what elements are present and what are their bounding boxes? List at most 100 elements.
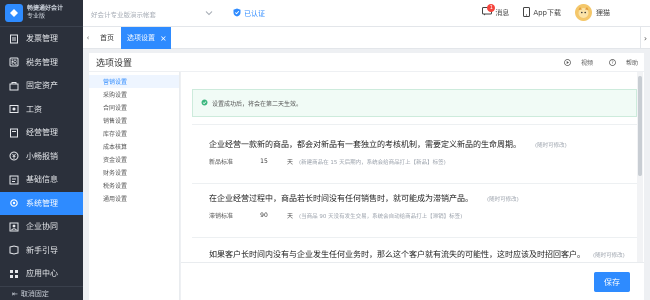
divider <box>192 124 637 125</box>
hint-text: (当商品 90 天没有发生交易，系统会自动给商品打上【滞销】标签) <box>299 213 463 220</box>
unit-label: 天 <box>287 159 294 166</box>
sidebar-item-invoice[interactable]: 发票管理 <box>0 27 83 51</box>
setting-title: 如果客户长时间内没有与企业发生任何业务时，那么这个客户就有流失的可能性，这时应该… <box>209 250 585 259</box>
sidebar-item-salary[interactable]: 工资 <box>0 98 83 122</box>
setting-tag: (随时可修改) <box>593 253 625 259</box>
setting-customer-churn: 如果客户长时间内没有与企业发生任何业务时，那么这个客户就有流失的可能性，这时应该… <box>209 249 644 260</box>
collab-icon <box>8 221 19 232</box>
app-download-label: App下载 <box>533 8 561 17</box>
field-label: 滞销标准 <box>209 213 234 220</box>
sidebar-item-asset[interactable]: 固定资产 <box>0 74 83 98</box>
sidebar-item-label: 经营管理 <box>26 128 58 138</box>
sidebar-item-info[interactable]: 基础信息 <box>0 168 83 192</box>
reimburse-icon <box>8 151 19 162</box>
sidebar-item-reimburse[interactable]: 小畅报销 <box>0 145 83 169</box>
chevron-left-icon[interactable]: ‹ <box>83 27 93 49</box>
help-button[interactable]: ? 帮助 <box>601 58 638 67</box>
certified-label: 已认证 <box>244 9 265 18</box>
slow-moving-days-input[interactable]: 90 <box>249 210 279 221</box>
chevron-right-icon[interactable]: › <box>640 27 650 49</box>
setting-tag: (随时可修改) <box>487 197 519 203</box>
sidebar-item-apps[interactable]: 应用中心 <box>0 262 83 286</box>
logo-icon <box>5 4 23 22</box>
top-bar: 好会计专业版演示帐套 已认证 1 消息 App下载 狸猫 <box>83 0 650 27</box>
notice-banner: 设置成功后，将会在第二天生效。 <box>192 89 637 117</box>
page-header: 选项设置 视频 ? 帮助 <box>89 53 644 71</box>
guide-icon <box>8 245 19 256</box>
apps-icon <box>8 268 19 279</box>
help-label: 帮助 <box>625 60 638 67</box>
scrollbar-thumb[interactable] <box>638 76 642 176</box>
business-icon <box>8 127 19 138</box>
logo: 畅捷通好会计 专业版 <box>0 0 83 27</box>
settings-menu-finance[interactable]: 财务设置 <box>89 166 179 179</box>
tab-home[interactable]: 首页 <box>93 27 121 49</box>
sidebar-item-business[interactable]: 经营管理 <box>0 121 83 145</box>
sidebar-item-label: 小畅报销 <box>26 151 58 161</box>
settings-menu: 营销设置 采购设置 合同设置 销售设置 库存设置 成本核算 资金设置 财务设置 … <box>89 72 180 300</box>
save-button[interactable]: 保存 <box>594 272 630 292</box>
svg-text:税: 税 <box>10 59 16 67</box>
unpin-label: 取消固定 <box>20 289 49 298</box>
sidebar-item-label: 企业协同 <box>26 222 58 232</box>
sidebar-item-label: 基础信息 <box>26 175 58 185</box>
settings-menu-contract[interactable]: 合同设置 <box>89 101 179 114</box>
tab-options-settings[interactable]: 选项设置 × <box>121 27 171 49</box>
chevron-down-icon <box>205 9 213 19</box>
app-download-button[interactable]: App下载 <box>523 6 561 19</box>
sidebar: 畅捷通好会计 专业版 发票管理 税 税务管理 固定资产 工资 经营管理 小畅报销… <box>0 0 83 300</box>
tabs-bar: ‹ 首页 选项设置 × › <box>83 27 650 49</box>
sidebar-item-label: 新手引导 <box>26 245 58 255</box>
check-circle-icon <box>201 99 208 108</box>
setting-title: 在企业经营过程中，商品若长时间没有任何销售时，就可能成为滞销产品。 <box>209 194 473 203</box>
sidebar-item-label: 发票管理 <box>26 34 58 44</box>
phone-icon <box>523 6 531 19</box>
arrow-left-icon: ⇤ <box>12 289 18 298</box>
info-icon <box>8 174 19 185</box>
setting-tag: (随时可修改) <box>535 143 567 149</box>
account-selector-text: 好会计专业版演示帐套 <box>91 10 156 19</box>
settings-menu-marketing[interactable]: 营销设置 <box>89 75 179 88</box>
page-title: 选项设置 <box>96 59 133 69</box>
close-icon[interactable]: × <box>160 34 167 43</box>
settings-menu-cost[interactable]: 成本核算 <box>89 140 179 153</box>
sidebar-item-system[interactable]: 系统管理 <box>0 191 83 215</box>
sidebar-item-tax[interactable]: 税 税务管理 <box>0 51 83 75</box>
sidebar-item-label: 工资 <box>26 104 42 114</box>
unit-label: 天 <box>287 213 294 220</box>
settings-icon <box>8 198 19 209</box>
settings-menu-tax[interactable]: 税务设置 <box>89 179 179 192</box>
divider <box>192 237 637 238</box>
invoice-icon <box>8 33 19 44</box>
video-label: 视频 <box>580 60 593 67</box>
sidebar-item-collab[interactable]: 企业协同 <box>0 215 83 239</box>
tax-icon: 税 <box>8 57 19 68</box>
settings-menu-purchase[interactable]: 采购设置 <box>89 88 179 101</box>
field-label: 新品标准 <box>209 159 234 166</box>
hint-text: (新建商品在 15 天后期内，系统会给商品打上【新品】标签) <box>299 159 446 166</box>
help-icon: ? <box>609 59 616 66</box>
setting-slow-moving: 在企业经营过程中，商品若长时间没有任何销售时，就可能成为滞销产品。 (随时可修改… <box>209 193 629 221</box>
settings-menu-inventory[interactable]: 库存设置 <box>89 127 179 140</box>
new-product-days-input[interactable]: 15 <box>249 156 279 167</box>
unpin-sidebar-button[interactable]: ⇤ 取消固定 <box>0 286 83 300</box>
settings-menu-funds[interactable]: 资金设置 <box>89 153 179 166</box>
notice-text: 设置成功后，将会在第二天生效。 <box>212 100 303 108</box>
vertical-scrollbar[interactable] <box>637 72 643 262</box>
message-count-badge: 1 <box>487 4 496 12</box>
sidebar-item-label: 系统管理 <box>26 198 58 208</box>
user-name: 狸猫 <box>596 8 610 17</box>
messages-button[interactable]: 1 消息 <box>482 4 510 18</box>
account-selector[interactable]: 好会计专业版演示帐套 <box>88 5 218 22</box>
settings-menu-sales[interactable]: 销售设置 <box>89 114 179 127</box>
settings-menu-general[interactable]: 通用设置 <box>89 192 179 205</box>
user-menu[interactable]: 狸猫 <box>575 4 610 21</box>
play-icon <box>564 59 571 66</box>
sidebar-item-guide[interactable]: 新手引导 <box>0 239 83 263</box>
video-button[interactable]: 视频 <box>556 58 593 67</box>
certified-badge[interactable]: 已认证 <box>233 8 265 19</box>
salary-icon <box>8 104 19 115</box>
asset-icon <box>8 80 19 91</box>
sidebar-item-label: 固定资产 <box>26 81 58 91</box>
messages-label: 消息 <box>495 8 510 17</box>
